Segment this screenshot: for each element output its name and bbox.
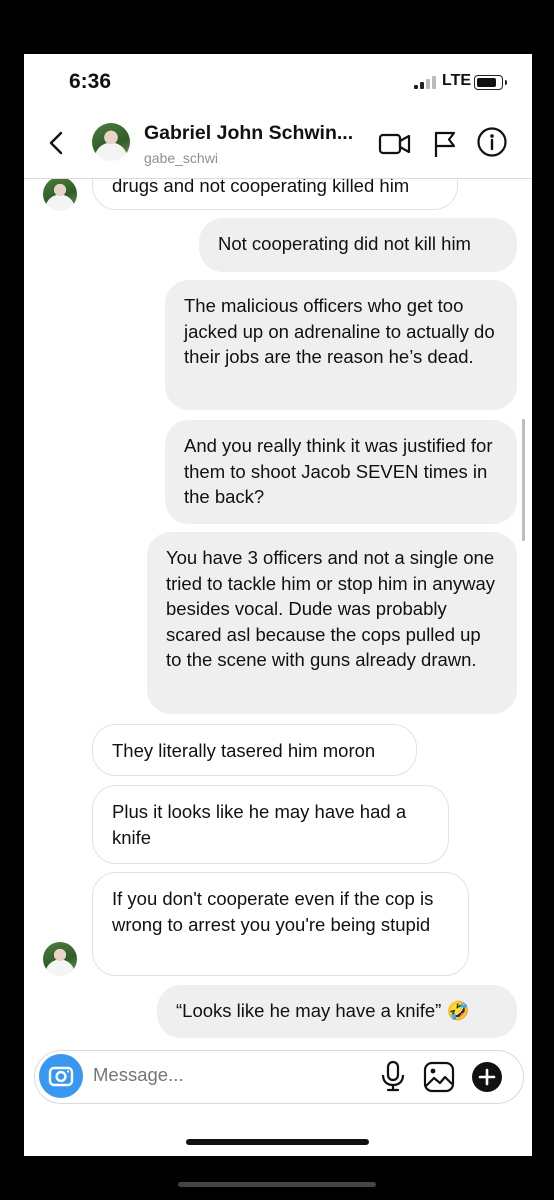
contact-avatar[interactable]: [92, 123, 130, 161]
signal-icon: [414, 76, 436, 89]
contact-name[interactable]: Gabriel John Schwin...: [144, 122, 353, 145]
message-incoming[interactable]: If you don't cooperate even if the cop i…: [92, 872, 469, 976]
chevron-left-icon[interactable]: [46, 130, 68, 156]
outer-home-indicator: [178, 1182, 376, 1187]
message-outgoing[interactable]: And you really think it was justified fo…: [165, 420, 517, 524]
message-outgoing[interactable]: The malicious officers who get too jacke…: [165, 280, 517, 410]
phone-screen: 6:36 LTE Gabriel John Schwin... gabe_sch…: [24, 54, 532, 1156]
camera-icon: [48, 1066, 74, 1087]
status-bar: 6:36 LTE: [24, 54, 532, 110]
message-composer: [34, 1050, 524, 1104]
video-camera-icon[interactable]: [378, 130, 412, 158]
rofl-emoji-icon: 🤣: [446, 1000, 470, 1021]
info-icon[interactable]: [476, 126, 508, 158]
camera-button[interactable]: [39, 1054, 83, 1098]
chat-header: Gabriel John Schwin... gabe_schwi: [24, 110, 532, 179]
network-label: LTE: [442, 72, 472, 89]
message-input[interactable]: [93, 1064, 353, 1086]
contact-username: gabe_schwi: [144, 150, 218, 166]
sender-avatar[interactable]: [43, 942, 77, 976]
message-outgoing[interactable]: You have 3 officers and not a single one…: [147, 532, 517, 714]
message-incoming[interactable]: They literally tasered him moron: [92, 724, 417, 776]
scrollbar[interactable]: [522, 419, 525, 541]
status-time: 6:36: [69, 70, 112, 93]
flag-icon[interactable]: [432, 130, 458, 158]
microphone-icon[interactable]: [379, 1060, 407, 1092]
home-indicator[interactable]: [186, 1139, 369, 1145]
message-outgoing[interactable]: “Looks like he may have a knife” 🤣: [157, 985, 517, 1038]
image-icon[interactable]: [423, 1061, 455, 1093]
message-outgoing[interactable]: Not cooperating did not kill him: [199, 218, 517, 272]
sender-avatar[interactable]: [43, 177, 77, 211]
battery-icon: [474, 75, 507, 90]
plus-circle-icon[interactable]: [471, 1061, 503, 1093]
message-incoming[interactable]: Plus it looks like he may have had a kni…: [92, 785, 449, 864]
